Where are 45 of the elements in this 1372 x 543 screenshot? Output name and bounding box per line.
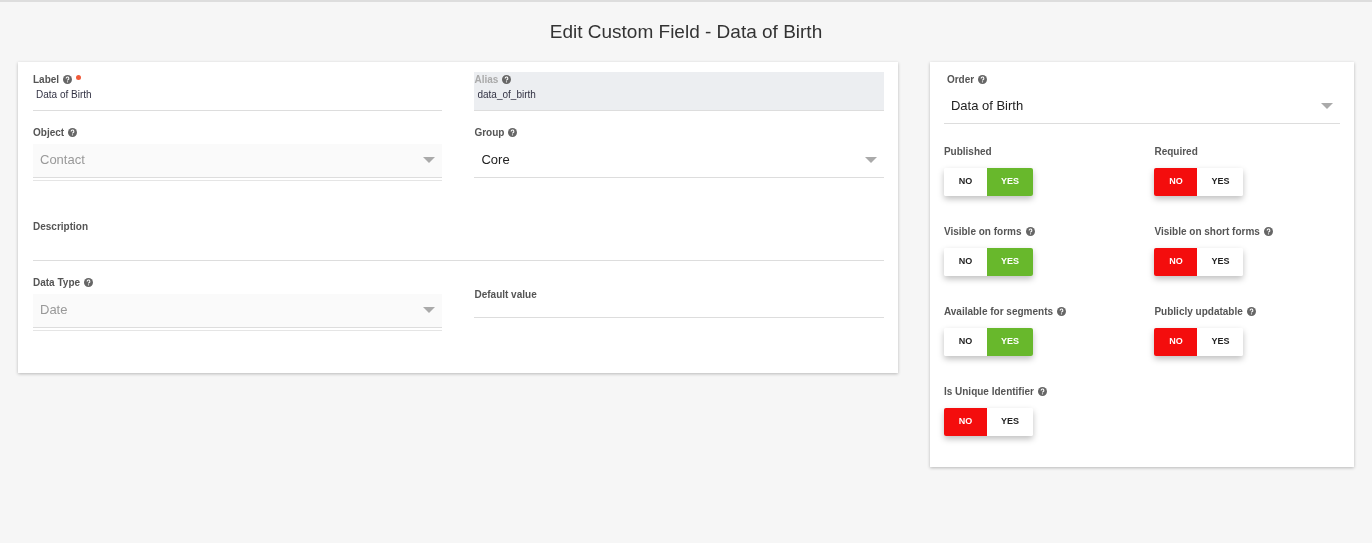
toggle-label: Publicly updatable [1154, 304, 1243, 319]
toggle-label: Is Unique Identifier [943, 384, 1034, 399]
no-option[interactable]: NO [943, 247, 987, 276]
help-icon [502, 74, 512, 84]
toggle-label: Required [1154, 144, 1198, 159]
field-label: Alias [474, 72, 499, 87]
toggle-label: Published [943, 144, 992, 159]
field-value: Data of Birth [36, 88, 92, 100]
help-icon [1057, 306, 1067, 316]
no-option[interactable]: NO [1154, 247, 1198, 276]
help-icon [1246, 306, 1256, 316]
field-label: Description [33, 219, 88, 234]
toggle-label: Visible on forms [943, 224, 1022, 239]
help-icon [84, 277, 94, 287]
help-icon [68, 127, 78, 137]
field-label: Data Type [33, 275, 81, 290]
yes-option[interactable]: YES [986, 407, 1033, 436]
toggle-label: Available for segments [943, 304, 1054, 319]
yes-option[interactable]: YES [1197, 167, 1244, 196]
caret-icon [423, 157, 436, 163]
field-label: Object [33, 125, 65, 140]
help-icon [1025, 226, 1035, 236]
no-option[interactable]: NO [1154, 167, 1198, 196]
field-label: Order [946, 72, 975, 87]
no-option[interactable]: NO [1154, 327, 1198, 356]
help-icon [978, 74, 988, 84]
no-option[interactable]: NO [943, 407, 987, 436]
help-icon [508, 127, 518, 137]
no-option[interactable]: NO [943, 327, 987, 356]
help-icon [1037, 386, 1047, 396]
help-icon [1263, 226, 1273, 236]
field-label: Default value [474, 287, 537, 302]
page-title: Edit Custom Field - Data of Birth [548, 20, 824, 44]
field-label: Group [474, 125, 505, 140]
help-icon [63, 74, 73, 84]
yes-option[interactable]: YES [1197, 327, 1244, 356]
yes-option[interactable]: YES [1197, 247, 1244, 276]
field-value: data_of_birth [477, 88, 536, 100]
caret-icon [864, 157, 877, 163]
caret-icon [423, 307, 436, 313]
toggle-label: Visible on short forms [1154, 224, 1260, 239]
no-option[interactable]: NO [943, 167, 987, 196]
field-label: Label [33, 72, 60, 87]
order-select[interactable]: Data of Birth [943, 89, 1340, 124]
caret-icon [1321, 103, 1333, 109]
